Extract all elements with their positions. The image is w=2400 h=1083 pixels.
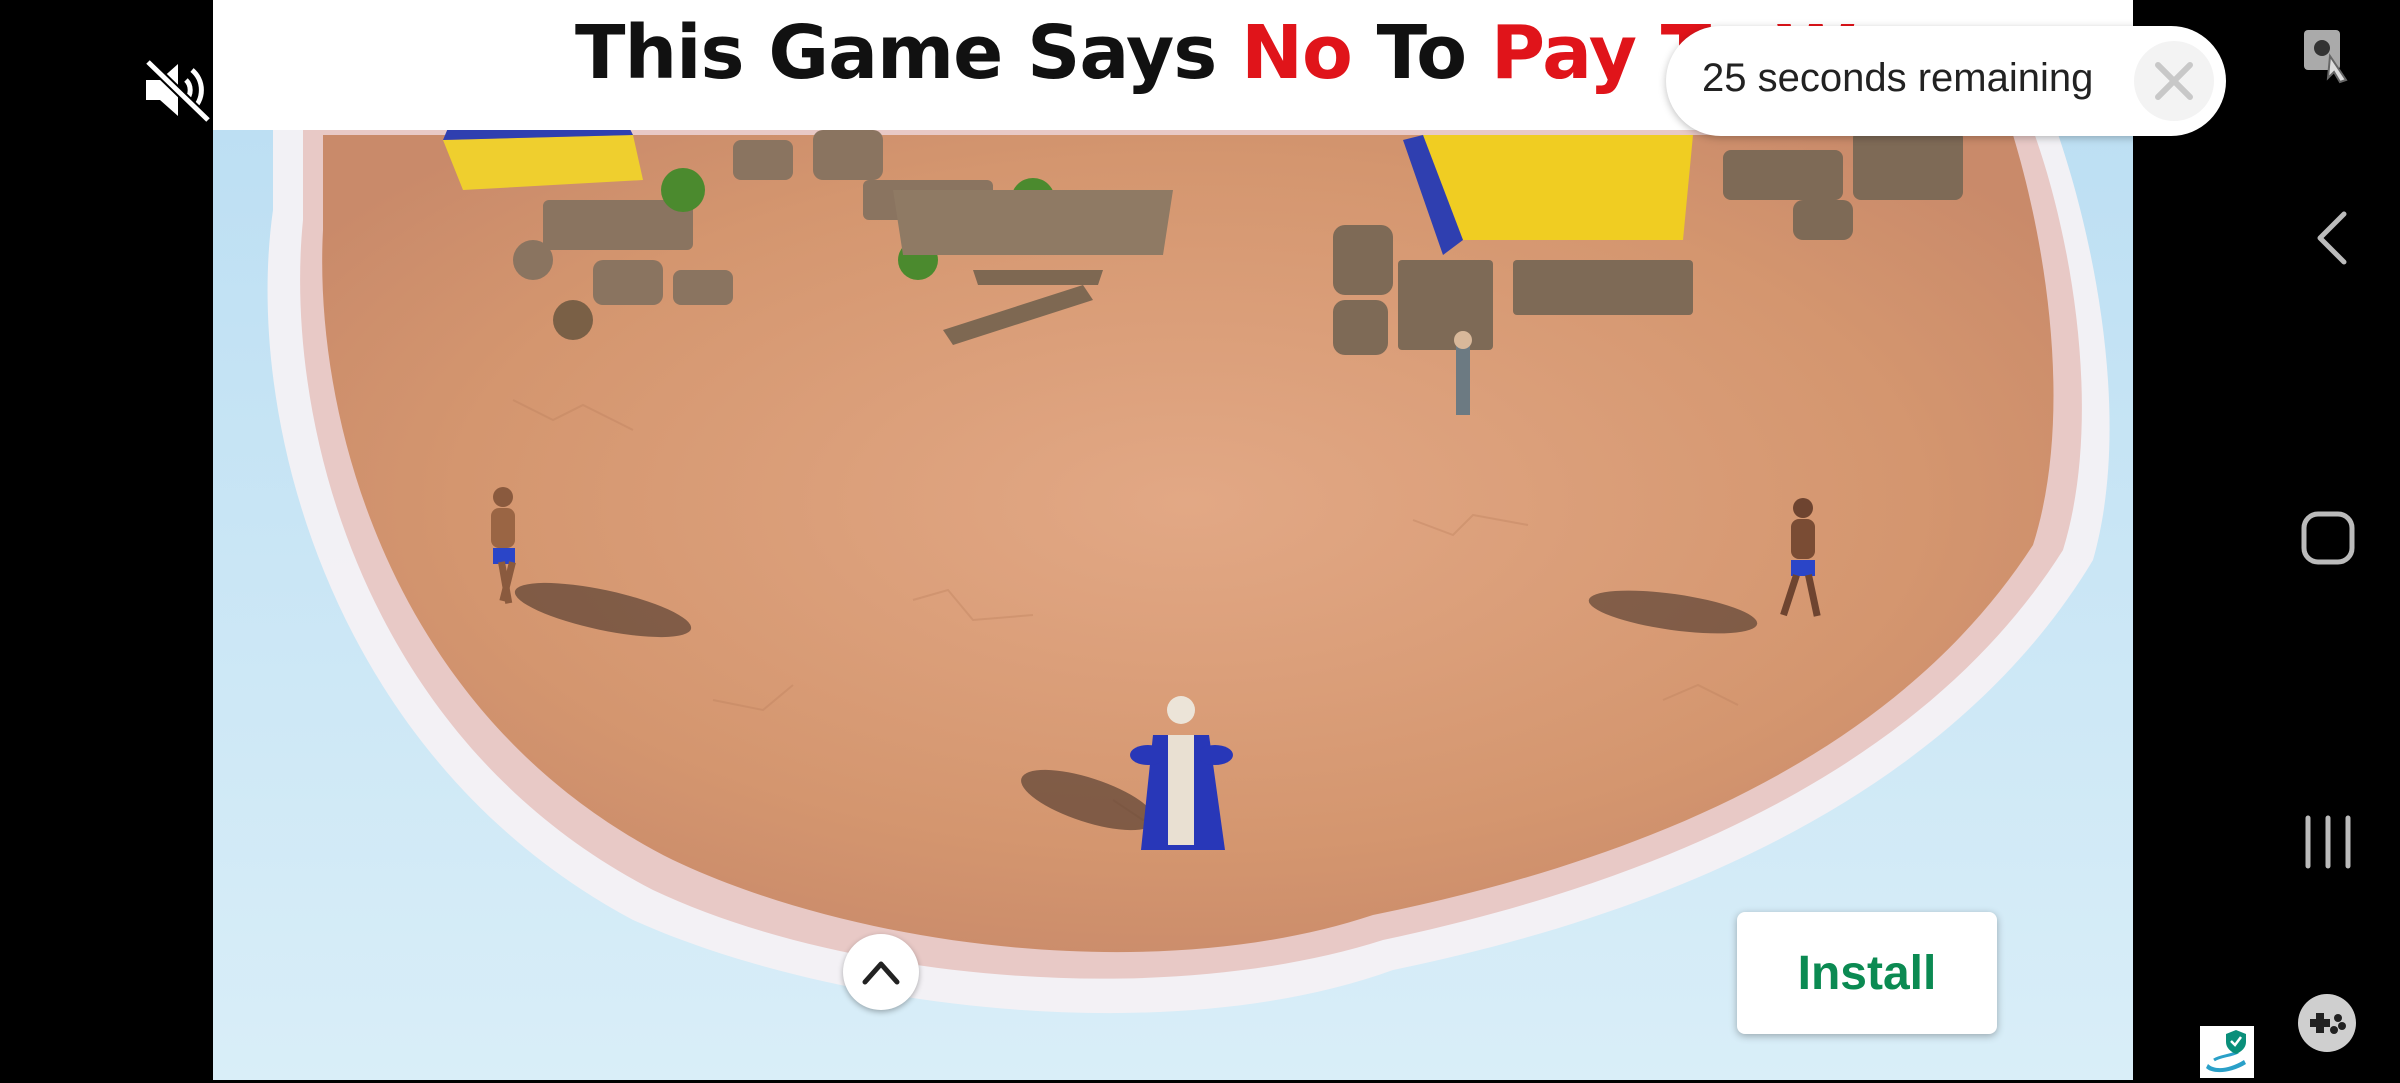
expand-button[interactable] [843, 934, 919, 1010]
recent-apps-icon [2305, 815, 2351, 869]
home-button[interactable] [2300, 510, 2356, 566]
recent-apps-button[interactable] [2300, 814, 2356, 870]
screenshot-icon [2304, 30, 2348, 84]
ad-choices-icon [2206, 1030, 2246, 1073]
countdown-pill: 25 seconds remaining [1666, 26, 2226, 136]
install-button[interactable]: Install [1737, 912, 1997, 1034]
mute-button[interactable] [142, 58, 214, 124]
muted-speaker-icon [144, 58, 212, 124]
close-icon [2155, 62, 2193, 100]
back-button[interactable] [2308, 208, 2358, 268]
install-label: Install [1797, 946, 1937, 1000]
chevron-up-icon [862, 961, 900, 985]
countdown-text: 25 seconds remaining [1702, 56, 2094, 100]
home-icon [2301, 511, 2355, 565]
close-ad-button[interactable] [2134, 41, 2214, 121]
game-tools-button[interactable] [2296, 992, 2358, 1054]
ad-choices-badge[interactable] [2200, 1026, 2254, 1078]
screenshot-button[interactable] [2300, 26, 2356, 86]
banner-title: This Game Says No To Pay To W [575, 10, 1857, 96]
ad-video[interactable]: This Game Says No To Pay To W Install [213, 0, 2133, 1080]
game-tools-icon [2298, 994, 2356, 1052]
back-icon [2317, 211, 2347, 265]
